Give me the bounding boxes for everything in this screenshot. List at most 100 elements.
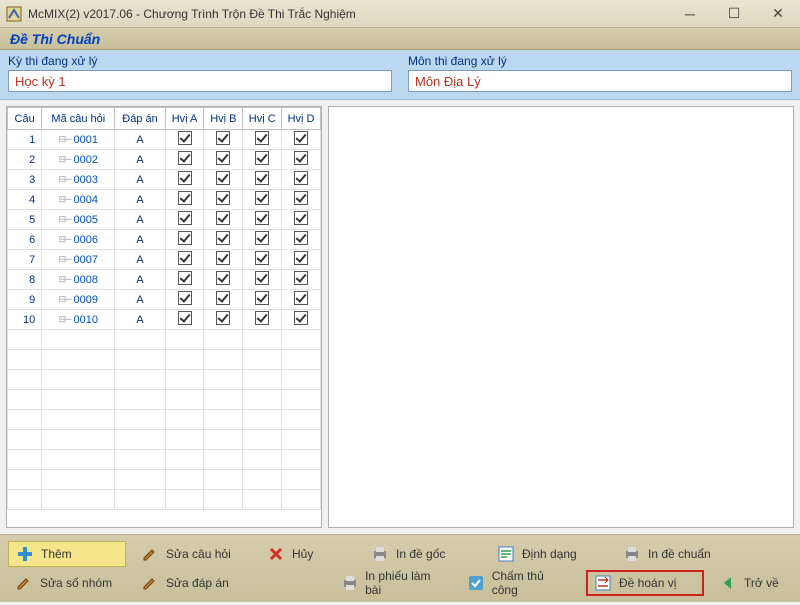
table-row[interactable] <box>8 350 321 370</box>
row-num: 10 <box>8 310 42 330</box>
checkbox-hva[interactable] <box>165 150 204 170</box>
col-hvb[interactable]: Hvị B <box>204 108 243 130</box>
col-dapan[interactable]: Đáp án <box>115 108 165 130</box>
row-code: ⊟─0009 <box>42 290 115 310</box>
table-row[interactable] <box>8 430 321 450</box>
row-answer: A <box>115 310 165 330</box>
checkbox-hvd[interactable] <box>282 230 321 250</box>
checkbox-hvc[interactable] <box>243 130 282 150</box>
table-row[interactable]: 2⊟─0002A <box>8 150 321 170</box>
checkbox-hvc[interactable] <box>243 190 282 210</box>
checkbox-hvb[interactable] <box>204 250 243 270</box>
col-cau[interactable]: Câu <box>8 108 42 130</box>
checkbox-hvc[interactable] <box>243 230 282 250</box>
checkbox-hvc[interactable] <box>243 170 282 190</box>
manual-grade-button[interactable]: Chấm thủ công <box>460 570 578 596</box>
subject-input[interactable] <box>408 70 792 92</box>
checkbox-hvd[interactable] <box>282 290 321 310</box>
table-row[interactable] <box>8 470 321 490</box>
main-area: Câu Mã câu hỏi Đáp án Hvị A Hvị B Hvị C … <box>0 100 800 534</box>
printer-icon <box>370 544 390 564</box>
row-num: 3 <box>8 170 42 190</box>
checkbox-hvb[interactable] <box>204 230 243 250</box>
checkbox-hva[interactable] <box>165 250 204 270</box>
checkbox-hvd[interactable] <box>282 250 321 270</box>
minimize-button[interactable]: ─ <box>668 0 712 27</box>
table-row[interactable] <box>8 490 321 510</box>
col-hva[interactable]: Hvị A <box>165 108 204 130</box>
table-row[interactable]: 10⊟─0010A <box>8 310 321 330</box>
checkbox-hvb[interactable] <box>204 310 243 330</box>
checkbox-hvd[interactable] <box>282 310 321 330</box>
print-standard-button[interactable]: In đề chuẩn <box>616 541 734 567</box>
checkbox-hvb[interactable] <box>204 210 243 230</box>
checkbox-hvd[interactable] <box>282 270 321 290</box>
table-row[interactable]: 7⊟─0007A <box>8 250 321 270</box>
shuffle-icon <box>593 573 613 593</box>
edit-answer-button[interactable]: Sửa đáp án <box>134 570 252 596</box>
checkbox-hvd[interactable] <box>282 150 321 170</box>
checkbox-hvc[interactable] <box>243 250 282 270</box>
print-original-button[interactable]: In đề gốc <box>364 541 482 567</box>
table-row[interactable]: 6⊟─0006A <box>8 230 321 250</box>
checkbox-hva[interactable] <box>165 190 204 210</box>
subject-label: Môn thi đang xử lý <box>408 54 792 68</box>
checkbox-hva[interactable] <box>165 130 204 150</box>
checkbox-hvb[interactable] <box>204 150 243 170</box>
table-row[interactable]: 9⊟─0009A <box>8 290 321 310</box>
format-button[interactable]: Định dạng <box>490 541 608 567</box>
add-button[interactable]: Thêm <box>8 541 126 567</box>
table-row[interactable] <box>8 450 321 470</box>
exam-input[interactable] <box>8 70 392 92</box>
table-row[interactable]: 4⊟─0004A <box>8 190 321 210</box>
checkbox-hvd[interactable] <box>282 190 321 210</box>
checkbox-hvc[interactable] <box>243 210 282 230</box>
window-title: McMIX(2) v2017.06 - Chương Trình Trộn Đề… <box>28 7 668 21</box>
table-row[interactable]: 5⊟─0005A <box>8 210 321 230</box>
table-row[interactable] <box>8 370 321 390</box>
col-code[interactable]: Mã câu hỏi <box>42 108 115 130</box>
table-row[interactable]: 8⊟─0008A <box>8 270 321 290</box>
edit-question-button[interactable]: Sửa câu hỏi <box>134 541 252 567</box>
table-row[interactable]: 1⊟─0001A <box>8 130 321 150</box>
checkbox-hvb[interactable] <box>204 190 243 210</box>
checkbox-hvd[interactable] <box>282 210 321 230</box>
checkbox-hvb[interactable] <box>204 290 243 310</box>
row-answer: A <box>115 290 165 310</box>
question-table[interactable]: Câu Mã câu hỏi Đáp án Hvị A Hvị B Hvị C … <box>7 107 321 510</box>
cancel-button[interactable]: Hủy <box>260 541 340 567</box>
checkbox-hva[interactable] <box>165 230 204 250</box>
checkbox-hva[interactable] <box>165 310 204 330</box>
back-button[interactable]: Trở về <box>712 570 792 596</box>
checkbox-hvd[interactable] <box>282 130 321 150</box>
checkbox-hvb[interactable] <box>204 270 243 290</box>
maximize-button[interactable]: ☐ <box>712 0 756 27</box>
permutation-button[interactable]: Đề hoán vị <box>586 570 704 596</box>
app-icon <box>6 6 22 22</box>
grade-icon <box>466 573 486 593</box>
close-button[interactable]: ✕ <box>756 0 800 27</box>
checkbox-hva[interactable] <box>165 290 204 310</box>
checkbox-hva[interactable] <box>165 210 204 230</box>
checkbox-hvc[interactable] <box>243 270 282 290</box>
print-slip-button[interactable]: In phiếu làm bài <box>334 570 452 596</box>
edit-group-button[interactable]: Sửa số nhóm <box>8 570 126 596</box>
plus-icon <box>15 544 35 564</box>
table-row[interactable] <box>8 390 321 410</box>
col-hvd[interactable]: Hvị D <box>282 108 321 130</box>
row-code: ⊟─0003 <box>42 170 115 190</box>
checkbox-hva[interactable] <box>165 270 204 290</box>
checkbox-hva[interactable] <box>165 170 204 190</box>
checkbox-hvb[interactable] <box>204 130 243 150</box>
checkbox-hvb[interactable] <box>204 170 243 190</box>
table-row[interactable]: 3⊟─0003A <box>8 170 321 190</box>
back-arrow-icon <box>718 573 738 593</box>
checkbox-hvd[interactable] <box>282 170 321 190</box>
checkbox-hvc[interactable] <box>243 290 282 310</box>
row-num: 4 <box>8 190 42 210</box>
col-hvc[interactable]: Hvị C <box>243 108 282 130</box>
table-row[interactable] <box>8 410 321 430</box>
checkbox-hvc[interactable] <box>243 310 282 330</box>
checkbox-hvc[interactable] <box>243 150 282 170</box>
table-row[interactable] <box>8 330 321 350</box>
